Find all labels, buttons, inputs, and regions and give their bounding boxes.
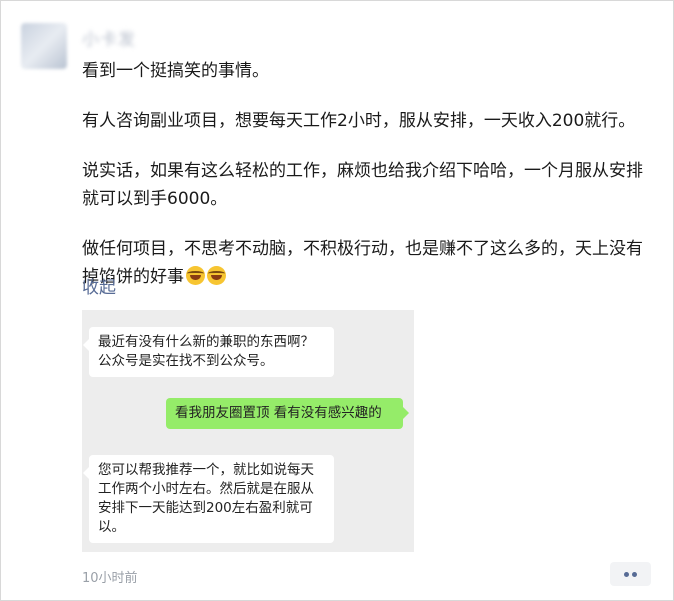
dot-icon bbox=[624, 572, 629, 577]
more-actions-button[interactable] bbox=[610, 562, 651, 586]
chat-bubble-incoming: 最近有没有什么新的兼职的东西啊？公众号是实在找不到公众号。 bbox=[83, 327, 334, 377]
post-paragraph: 看到一个挺搞笑的事情。 bbox=[82, 61, 269, 81]
collapse-link[interactable]: 收起 bbox=[82, 273, 116, 298]
chat-screenshot-image[interactable]: 最近有没有什么新的兼职的东西啊？公众号是实在找不到公众号。 看我朋友圈置顶 看有… bbox=[82, 310, 414, 552]
post-paragraph: 有人咨询副业项目，想要每天工作2小时，服从安排，一天收入200就行。 bbox=[82, 111, 636, 131]
dot-icon bbox=[632, 572, 637, 577]
post-paragraph-text: 做任何项目，不思考不动脑，不积极行动，也是赚不了这么多的，天上没有掉馅饼的好事 bbox=[82, 239, 643, 287]
post-paragraph-last: 做任何项目，不思考不动脑，不积极行动，也是赚不了这么多的，天上没有掉馅饼的好事 bbox=[82, 235, 652, 291]
post-text: 看到一个挺搞笑的事情。 有人咨询副业项目，想要每天工作2小时，服从安排，一天收入… bbox=[82, 57, 652, 291]
laughing-tears-icon bbox=[207, 266, 226, 285]
avatar[interactable] bbox=[21, 23, 67, 69]
chat-bubble-outgoing: 看我朋友圈置顶 看有没有感兴趣的 bbox=[166, 398, 409, 429]
chat-bubble-incoming: 您可以帮我推荐一个，就比如说每天工作两个小时左右。然后就是在服从安排下一天能达到… bbox=[83, 455, 334, 543]
post-timestamp: 10小时前 bbox=[82, 571, 138, 586]
laughing-tears-icon bbox=[186, 266, 205, 285]
username[interactable]: 小卡发 bbox=[82, 25, 136, 50]
post-paragraph: 说实话，如果有这么轻松的工作，麻烦也给我介绍下哈哈，一个月服从安排就可以到手60… bbox=[82, 161, 643, 209]
moments-post: 小卡发 看到一个挺搞笑的事情。 有人咨询副业项目，想要每天工作2小时，服从安排，… bbox=[0, 0, 674, 601]
